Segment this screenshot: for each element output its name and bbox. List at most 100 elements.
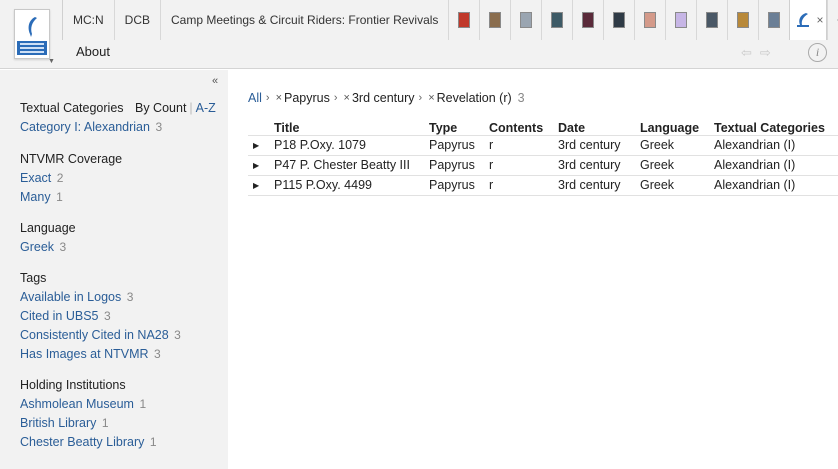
chevron-right-icon: ›: [265, 92, 270, 104]
remove-filter-icon[interactable]: ×: [276, 92, 282, 104]
close-tab-icon[interactable]: ×: [816, 13, 823, 27]
book-cover-icon: [613, 12, 626, 28]
tab-camp-meetings[interactable]: Camp Meetings & Circuit Riders: Frontier…: [160, 0, 448, 40]
facet-title: Tags: [20, 271, 47, 285]
facet-item[interactable]: Cited in UBS5 3: [20, 307, 181, 326]
manuscript-title-link[interactable]: P115 P.Oxy. 4499: [274, 174, 429, 196]
table-header-row: Title Type Contents Date Language Textua…: [248, 116, 838, 135]
column-header-title[interactable]: Title: [274, 116, 429, 135]
book-cover-icon: [768, 12, 781, 28]
facet-language: Language Greek 3: [20, 219, 76, 257]
remove-filter-icon[interactable]: ×: [344, 92, 350, 104]
quill-icon: [28, 17, 37, 37]
tab-strip: MC:N DCB Camp Meetings & Circuit Riders:…: [62, 0, 838, 40]
facet-item[interactable]: Exact 2: [20, 169, 122, 188]
expand-row-icon[interactable]: ▶: [248, 154, 274, 175]
remove-filter-icon[interactable]: ×: [428, 92, 434, 104]
facet-item[interactable]: Has Images at NTVMR 3: [20, 345, 181, 364]
tab-book-cover[interactable]: [572, 0, 603, 40]
results-table: Title Type Contents Date Language Textua…: [248, 116, 838, 196]
cell-textual-category: Alexandrian (I): [714, 134, 838, 155]
facet-item[interactable]: British Library 1: [20, 414, 157, 433]
cell-contents: r: [489, 134, 558, 155]
cell-contents: r: [489, 154, 558, 175]
app-logo-icon[interactable]: [14, 9, 50, 59]
book-cover-icon: [706, 12, 719, 28]
column-header-language[interactable]: Language: [640, 116, 714, 135]
tab-book-cover[interactable]: [634, 0, 665, 40]
facet-item[interactable]: Chester Beatty Library 1: [20, 433, 157, 452]
tab-mcn[interactable]: MC:N: [62, 0, 114, 40]
tab-book-cover[interactable]: [758, 0, 789, 40]
tab-dcb[interactable]: DCB: [113, 0, 160, 40]
add-tab-button[interactable]: +: [827, 0, 838, 40]
chevron-right-icon: ›: [418, 92, 423, 104]
date-link[interactable]: 3rd century: [558, 134, 640, 155]
manuscript-title-link[interactable]: P47 P. Chester Beatty III: [274, 154, 429, 175]
column-header-date[interactable]: Date: [558, 116, 640, 135]
table-row: ▶ P115 P.Oxy. 4499 Papyrus r 3rd century…: [248, 174, 838, 196]
sort-az-button[interactable]: A-Z: [196, 101, 216, 115]
date-link[interactable]: 3rd century: [558, 154, 640, 175]
tab-book-cover[interactable]: [603, 0, 634, 40]
info-icon[interactable]: i: [808, 43, 827, 62]
facet-item[interactable]: Many 1: [20, 188, 122, 207]
facet-textual-categories: Textual Categories Category I: Alexandri…: [20, 99, 162, 137]
date-link[interactable]: 3rd century: [558, 174, 640, 196]
collapse-sidebar-icon[interactable]: «: [212, 75, 218, 87]
facet-title: Textual Categories: [20, 101, 124, 115]
book-cover-icon: [489, 12, 502, 28]
facet-title: Language: [20, 221, 76, 235]
column-header-type[interactable]: Type: [429, 116, 489, 135]
quill-icon: [797, 13, 810, 27]
tab-book-cover[interactable]: [479, 0, 510, 40]
facet-item[interactable]: Ashmolean Museum 1: [20, 395, 157, 414]
book-cover-icon: [737, 12, 750, 28]
breadcrumb: All › × Papyrus › × 3rd century › × Revelat…: [248, 91, 525, 105]
facet-sidebar: « By Count | A-Z Textual Categories Catego…: [0, 70, 228, 469]
back-arrow-icon[interactable]: ⇦: [741, 45, 760, 60]
expand-row-icon[interactable]: ▶: [248, 134, 274, 155]
forward-arrow-icon[interactable]: ⇨: [760, 45, 779, 60]
manuscript-title-link[interactable]: P18 P.Oxy. 1079: [274, 134, 429, 155]
book-cover-icon: [458, 12, 471, 28]
book-cover-icon: [520, 12, 533, 28]
cell-type: Papyrus: [429, 174, 489, 196]
breadcrumb-filter: Papyrus: [284, 91, 330, 105]
facet-item[interactable]: Available in Logos 3: [20, 288, 181, 307]
tab-book-cover[interactable]: [510, 0, 541, 40]
table-row: ▶ P18 P.Oxy. 1079 Papyrus r 3rd century …: [248, 134, 838, 155]
cell-textual-category: Alexandrian (I): [714, 174, 838, 196]
facet-item[interactable]: Consistently Cited in NA28 3: [20, 326, 181, 345]
breadcrumb-all-link[interactable]: All: [248, 91, 262, 105]
chevron-right-icon: ›: [333, 92, 338, 104]
tab-book-cover[interactable]: [448, 0, 479, 40]
expand-row-icon[interactable]: ▶: [248, 174, 274, 196]
tab-active-about[interactable]: ×: [789, 0, 828, 40]
tab-book-cover[interactable]: [665, 0, 696, 40]
table-row: ▶ P47 P. Chester Beatty III Papyrus r 3r…: [248, 154, 838, 175]
app-header: ▼ MC:N DCB Camp Meetings & Circuit Rider…: [0, 0, 838, 69]
column-header-textual-categories[interactable]: Textual Categories: [714, 116, 838, 135]
book-cover-icon: [675, 12, 688, 28]
column-header-contents[interactable]: Contents: [489, 116, 558, 135]
result-count: 3: [517, 91, 525, 105]
book-cover-icon: [582, 12, 595, 28]
facet-item[interactable]: Greek 3: [20, 238, 76, 257]
facet-ntvmr-coverage: NTVMR Coverage Exact 2 Many 1: [20, 150, 122, 207]
tab-book-cover[interactable]: [696, 0, 727, 40]
tab-book-cover[interactable]: [541, 0, 572, 40]
facet-item[interactable]: Category I: Alexandrian 3: [20, 118, 162, 137]
facet-tags: Tags Available in Logos 3 Cited in UBS5 …: [20, 269, 181, 364]
breadcrumb-filter: 3rd century: [351, 91, 415, 105]
history-nav: ⇦⇨: [741, 45, 779, 61]
breadcrumb-filter: Revelation (r): [436, 91, 512, 105]
cell-textual-category: Alexandrian (I): [714, 154, 838, 175]
cell-language: Greek: [640, 134, 714, 155]
facet-holding-institutions: Holding Institutions Ashmolean Museum 1 …: [20, 376, 157, 452]
tab-book-cover[interactable]: [727, 0, 758, 40]
cell-contents: r: [489, 174, 558, 196]
book-cover-icon: [551, 12, 564, 28]
facet-title: NTVMR Coverage: [20, 152, 123, 166]
app-menu-caret-icon[interactable]: ▼: [48, 58, 55, 65]
